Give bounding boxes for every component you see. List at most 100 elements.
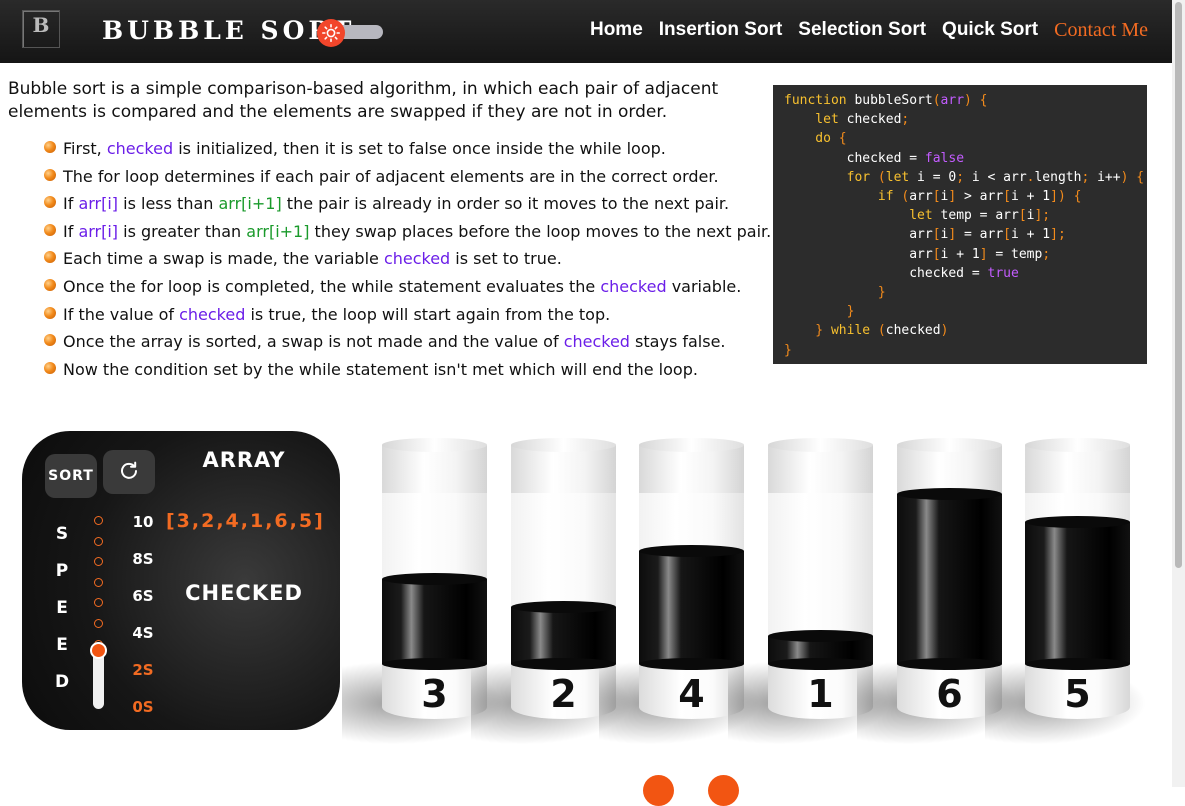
step-text: If	[63, 221, 79, 241]
reset-button[interactable]	[103, 450, 155, 494]
code-token: = arr	[956, 227, 1004, 243]
code-token: }	[784, 304, 855, 320]
intro-paragraph: Bubble sort is a simple comparison-based…	[8, 79, 719, 122]
cylinder-fill-top	[1025, 516, 1130, 528]
code-line: arr[i + 1] = temp;	[784, 245, 1147, 264]
code-token: i++	[1089, 169, 1121, 185]
bullet-icon	[44, 306, 56, 319]
step-text: Once the array is sorted, a swap is not …	[63, 332, 564, 352]
step-item: Each time a swap is made, the variable c…	[44, 249, 744, 277]
cylinder-cap	[639, 445, 744, 493]
step-text: The for loop determines if each pair of …	[63, 166, 719, 186]
code-keyword: checked	[383, 249, 451, 269]
cylinder-cap	[382, 445, 487, 493]
speed-label: S P E E D	[55, 524, 69, 709]
code-line: arr[i] = arr[i + 1];	[784, 225, 1147, 244]
bullet-icon	[44, 168, 56, 181]
cylinder-fill-top	[511, 601, 616, 613]
code-token: {	[830, 131, 847, 147]
code-keyword: arr[i]	[78, 221, 119, 241]
theme-toggle[interactable]	[317, 19, 383, 47]
code-line: if (arr[i] > arr[i + 1]) {	[784, 187, 1147, 206]
cylinder-fill-top	[897, 488, 1002, 500]
code-line: for (let i = 0; i < arr.length; i++) {	[784, 168, 1147, 187]
cylinder-fill-top	[382, 573, 487, 585]
sort-button[interactable]: SORT	[45, 454, 97, 498]
speed-value-8s[interactable]: 8S	[132, 550, 154, 587]
code-token: =	[909, 150, 918, 166]
refresh-icon	[119, 460, 139, 484]
slider-tick	[94, 618, 103, 628]
step-text: the pair is already in order so it moves…	[281, 194, 730, 214]
speed-letter: S	[55, 524, 69, 544]
nav-link-insertion-sort[interactable]: Insertion Sort	[659, 19, 783, 42]
cylinder-fill-top	[768, 630, 873, 642]
speed-slider-handle[interactable]	[90, 642, 107, 659]
code-token: checked	[885, 323, 941, 339]
speed-value-2s[interactable]: 2S	[132, 661, 154, 698]
code-token: ;	[956, 169, 965, 185]
page-scrollbar[interactable]	[1172, 0, 1185, 787]
code-token: }	[784, 285, 886, 301]
code-line: }	[784, 283, 1147, 302]
code-token: i + 1	[940, 246, 980, 262]
cylinder-rim	[639, 438, 744, 452]
code-token: )	[940, 323, 949, 339]
code-line: let checked;	[784, 110, 1147, 129]
nav-link-home[interactable]: Home	[590, 19, 643, 42]
speed-value-6s[interactable]: 6S	[132, 587, 154, 624]
code-token: )	[964, 93, 972, 108]
nav-links: Home Insertion Sort Selection Sort Quick…	[590, 19, 1148, 42]
speed-value-10[interactable]: 10	[132, 513, 154, 550]
code-token: ])	[1050, 189, 1066, 205]
cylinder-rim	[768, 438, 873, 452]
slider-tick	[94, 516, 103, 525]
code-token: i = 0	[909, 169, 957, 185]
code-token: while	[823, 323, 871, 339]
step-text: stays false.	[629, 332, 726, 352]
code-token: [	[932, 227, 941, 243]
step-text: is initialized, then it is set to false …	[173, 139, 666, 158]
cylinder-cap	[897, 445, 1002, 493]
pager-next-button[interactable]	[708, 775, 739, 806]
code-token: = temp	[987, 246, 1043, 262]
slider-tick	[94, 598, 103, 608]
speed-value-4s[interactable]: 4S	[132, 624, 154, 661]
pager-prev-button[interactable]	[643, 775, 674, 806]
code-token: [	[1003, 189, 1011, 205]
status-text: CHECKED	[185, 581, 303, 605]
code-token: let	[784, 112, 839, 128]
code-token: }	[784, 342, 792, 358]
nav-link-contact-me[interactable]: Contact Me	[1054, 19, 1148, 42]
code-token: if	[784, 189, 894, 205]
slider-tick	[94, 577, 103, 587]
code-token: (	[893, 189, 910, 205]
slider-tick	[94, 557, 103, 567]
step-item: If the value of checked is true, the loo…	[44, 305, 744, 333]
speed-value-0s[interactable]: 0S	[132, 698, 154, 735]
code-line: } while (checked)	[784, 321, 1147, 340]
array-visualization: 324165	[342, 430, 1160, 748]
cylinder-fill-bar	[382, 579, 487, 664]
speed-values: 10 8S 6S 4S 2S 0S	[132, 513, 154, 735]
code-token: false	[917, 150, 965, 166]
step-item: Now the condition set by the while state…	[44, 360, 744, 388]
array-title: ARRAY	[202, 448, 286, 472]
code-token: bubbleSort	[846, 93, 933, 108]
bullet-icon	[44, 141, 56, 153]
step-text: is greater than	[118, 221, 247, 241]
code-line: function bubbleSort(arr) {	[784, 91, 1147, 110]
nav-link-quick-sort[interactable]: Quick Sort	[942, 19, 1038, 42]
step-text: is set to true.	[450, 249, 562, 269]
array-cylinder: 5	[985, 438, 1155, 748]
nav-link-selection-sort[interactable]: Selection Sort	[798, 19, 926, 42]
code-token: ]	[979, 246, 988, 262]
site-logo[interactable]: B	[22, 10, 60, 48]
code-line: }	[784, 341, 1147, 360]
sun-icon[interactable]	[317, 19, 345, 47]
speed-letter: E	[56, 635, 68, 655]
scrollbar-thumb[interactable]	[1175, 2, 1182, 568]
cylinder-base-top	[1025, 658, 1130, 670]
step-text: Once the for loop is completed, the whil…	[63, 276, 601, 296]
code-keyword: checked	[563, 332, 630, 352]
